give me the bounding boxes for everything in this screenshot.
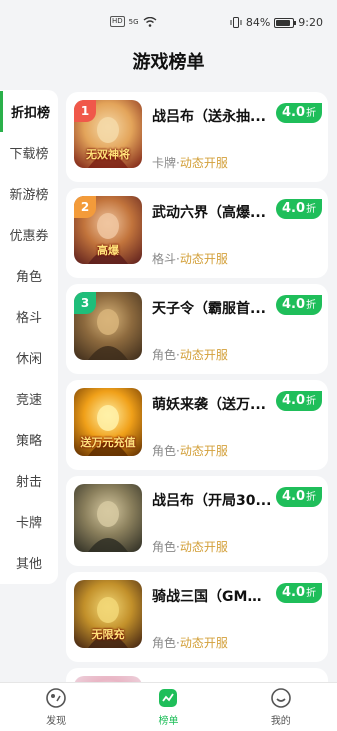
game-card[interactable]: 战吕布（开局30... 4.0 折角色·动态开服 — [66, 476, 328, 566]
game-thumbnail[interactable] — [74, 484, 142, 552]
game-title[interactable]: 萌妖来袭（送万... — [152, 394, 272, 414]
sidebar-item-1[interactable]: 下载榜 — [0, 132, 58, 173]
thumbnail-caption: 送万元充值 — [80, 436, 136, 449]
category-list: 折扣榜 下载榜 新游榜 优惠券 角色 格斗 休闲 竞速 策略 射击 卡牌 其他 — [0, 90, 58, 584]
game-title[interactable]: 战吕布（送永抽... — [152, 106, 272, 126]
sidebar-item-6[interactable]: 休闲 — [0, 337, 58, 378]
game-title[interactable]: 武动六界（高爆... — [152, 202, 272, 222]
game-meta: 格斗·动态开服 — [152, 250, 228, 267]
game-meta: 角色·动态开服 — [152, 538, 228, 555]
game-meta: 角色·动态开服 — [152, 346, 228, 363]
game-card[interactable]: 无限充 骑战三国（GM无... 4.0 折角色·动态开服 — [66, 572, 328, 662]
status-right: 84% 9:20 — [230, 16, 323, 29]
discount-unit: 折 — [306, 396, 316, 407]
discount-badge: 4.0 折 — [275, 295, 322, 315]
discount-unit: 折 — [306, 204, 316, 215]
sidebar-item-11[interactable]: 其他 — [0, 542, 58, 583]
network-label: 5G — [128, 17, 139, 26]
sidebar-item-5[interactable]: 格斗 — [0, 296, 58, 337]
tab-discover[interactable]: 发现 — [0, 683, 112, 731]
discount-badge: 4.0 折 — [275, 199, 322, 219]
bottom-tab-bar: 发现 榜单 我的 — [0, 682, 337, 731]
tab-label: 我的 — [270, 716, 291, 727]
game-card[interactable]: 山海计划（专属... — [66, 668, 328, 682]
discount-badge: 4.0 折 — [275, 583, 322, 603]
profile-icon — [271, 688, 291, 708]
rank-badge: 2 — [74, 196, 96, 218]
sidebar-item-2[interactable]: 新游榜 — [0, 173, 58, 214]
discount-value: 4.0 — [281, 585, 305, 600]
game-genre: 格斗 — [152, 252, 177, 266]
tab-label: 榜单 — [158, 716, 179, 727]
discount-value: 4.0 — [281, 201, 305, 216]
discount-unit: 折 — [306, 588, 316, 599]
discount-value: 4.0 — [281, 105, 305, 120]
thumbnail-caption: 无双神将 — [86, 148, 130, 161]
rank-badge: 1 — [74, 100, 96, 122]
game-card[interactable]: 高爆 2 武动六界（高爆... 4.0 折格斗·动态开服 — [66, 188, 328, 278]
sidebar-item-10[interactable]: 卡牌 — [0, 501, 58, 542]
game-title[interactable]: 战吕布（开局30... — [152, 490, 272, 510]
game-list[interactable]: 无双神将 1 战吕布（送永抽... 4.0 折卡牌·动态开服 高爆 2 武动六界（高爆...… — [66, 90, 328, 682]
game-card[interactable]: 无双神将 1 战吕布（送永抽... 4.0 折卡牌·动态开服 — [66, 92, 328, 182]
discount-unit: 折 — [306, 492, 316, 503]
discover-icon — [46, 688, 66, 708]
clock: 9:20 — [298, 16, 323, 29]
game-title[interactable]: 骑战三国（GM无... — [152, 586, 272, 606]
discount-value: 4.0 — [281, 489, 305, 504]
server-tag: 动态开服 — [179, 156, 228, 170]
discount-badge: 4.0 折 — [275, 103, 322, 123]
server-tag: 动态开服 — [179, 252, 228, 266]
game-genre: 卡牌 — [152, 156, 177, 170]
status-left: HD 5G — [110, 16, 157, 27]
rank-badge: 3 — [74, 292, 96, 314]
game-thumbnail[interactable]: 无限充 — [74, 580, 142, 648]
ranking-icon — [159, 689, 178, 707]
game-meta: 卡牌·动态开服 — [152, 154, 228, 171]
game-card[interactable]: 送万元充值 萌妖来袭（送万... 4.0 折角色·动态开服 — [66, 380, 328, 470]
vibrate-icon — [230, 17, 242, 28]
thumbnail-caption: 无限充 — [91, 628, 125, 641]
thumbnail-caption: 高爆 — [97, 244, 119, 257]
sidebar-item-4[interactable]: 角色 — [0, 255, 58, 296]
page-title: 游戏榜单 — [132, 52, 205, 73]
battery-percent: 84% — [245, 16, 271, 29]
game-genre: 角色 — [152, 444, 177, 458]
discount-badge: 4.0 折 — [275, 391, 322, 411]
game-genre: 角色 — [152, 540, 177, 554]
server-tag: 动态开服 — [179, 636, 228, 650]
discount-value: 4.0 — [281, 297, 305, 312]
wifi-icon — [143, 16, 156, 27]
server-tag: 动态开服 — [179, 348, 228, 362]
hd-icon: HD — [110, 16, 125, 27]
discount-badge: 4.0 折 — [275, 487, 322, 507]
server-tag: 动态开服 — [179, 444, 228, 458]
game-card[interactable]: 3 天子令（霸服首... 4.0 折角色·动态开服 — [66, 284, 328, 374]
discount-unit: 折 — [306, 108, 316, 119]
tab-label: 发现 — [46, 716, 67, 727]
discount-value: 4.0 — [281, 393, 305, 408]
game-meta: 角色·动态开服 — [152, 442, 228, 459]
tab-ranking[interactable]: 榜单 — [112, 683, 224, 731]
sidebar-item-7[interactable]: 竞速 — [0, 378, 58, 419]
discount-unit: 折 — [306, 300, 316, 311]
sidebar-item-0[interactable]: 折扣榜 — [0, 91, 58, 132]
game-genre: 角色 — [152, 636, 177, 650]
status-bar: HD 5G 84% 9:20 — [0, 0, 337, 40]
tab-profile[interactable]: 我的 — [225, 683, 337, 731]
sidebar-item-9[interactable]: 射击 — [0, 460, 58, 501]
sidebar-item-8[interactable]: 策略 — [0, 419, 58, 460]
sidebar-item-3[interactable]: 优惠券 — [0, 214, 58, 255]
game-title[interactable]: 天子令（霸服首... — [152, 298, 272, 318]
game-thumbnail[interactable]: 送万元充值 — [74, 388, 142, 456]
game-genre: 角色 — [152, 348, 177, 362]
category-sidebar: 折扣榜 下载榜 新游榜 优惠券 角色 格斗 休闲 竞速 策略 射击 卡牌 其他 — [0, 90, 60, 682]
game-meta: 角色·动态开服 — [152, 634, 228, 651]
battery-icon — [274, 17, 297, 28]
game-art-icon — [88, 501, 128, 552]
server-tag: 动态开服 — [179, 540, 228, 554]
